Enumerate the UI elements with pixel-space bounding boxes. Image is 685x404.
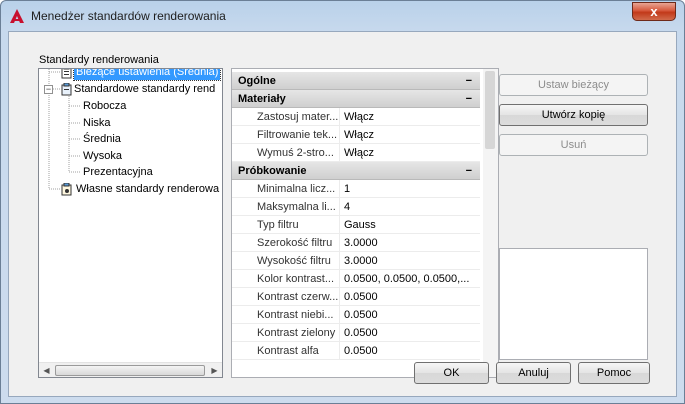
category-label: Próbkowanie [238,165,307,177]
property-value[interactable]: 1 [342,180,480,198]
ok-button[interactable]: OK [414,362,489,384]
property-value[interactable]: Włącz [342,144,480,162]
property-name: Minimalna licz... [232,180,340,198]
collapse-toggle-icon[interactable]: − [44,85,53,94]
property-value[interactable]: 0.0500 [342,342,480,360]
button-label: Anuluj [518,367,549,379]
property-value[interactable]: 0.0500 [342,324,480,342]
property-value[interactable]: 4 [342,198,480,216]
property-name: Wymuś 2-stro... [232,144,340,162]
close-button[interactable]: x [632,2,676,21]
tree-item-srednia[interactable]: Średnia [83,131,121,147]
property-row[interactable]: Szerokość filtru 3.0000 [232,234,480,252]
property-name: Typ filtru [232,216,340,234]
property-name: Zastosuj mater... [232,108,340,126]
property-name: Kontrast niebi... [232,306,340,324]
tree-item-prezentacyjna[interactable]: Prezentacyjna [83,164,153,180]
preview-area [499,248,648,360]
property-name: Maksymalna li... [232,198,340,216]
custom-presets-icon [61,183,72,196]
property-value[interactable]: 3.0000 [342,252,480,270]
property-row[interactable]: Maksymalna li... 4 [232,198,480,216]
scrollbar-thumb[interactable] [55,365,205,376]
dialog-body: Standardy renderowania Bieżące ustawieni… [8,31,677,397]
property-value[interactable]: 0.0500, 0.0500, 0.0500,... [342,270,480,288]
tree-item-label: Niska [83,117,111,129]
tree-item-label: Standardowe standardy rend [74,83,216,95]
property-row[interactable]: Typ filtru Gauss [232,216,480,234]
property-name: Kontrast czerw... [232,288,340,306]
set-current-button[interactable]: Ustaw bieżący [499,74,648,96]
property-name: Kontrast alfa [232,342,340,360]
property-row[interactable]: Zastosuj mater... Włącz [232,108,480,126]
tree-item-label: Prezentacyjna [83,166,153,178]
button-label: Pomoc [596,367,632,379]
property-value[interactable]: Włącz [342,126,480,144]
properties-panel[interactable]: Ogólne − Materiały − Zastosuj mater... Włącz F… [231,68,499,378]
button-label: Usuń [560,139,587,151]
presets-group-label: Standardy renderowania [39,54,159,66]
property-row[interactable]: Kolor kontrast... 0.0500, 0.0500, 0.0500,… [232,270,480,288]
properties-vertical-scrollbar[interactable] [483,69,498,377]
property-value[interactable]: 0.0500 [342,306,480,324]
tree-horizontal-scrollbar[interactable]: ◀ ▶ [39,362,222,377]
property-name: Kolor kontrast... [232,270,340,288]
scroll-right-icon[interactable]: ▶ [207,363,222,377]
tree-item-label: Średnia [83,133,121,145]
tree-item-label: Wysoka [83,150,123,162]
collapse-icon[interactable]: − [466,90,472,108]
tree-item-niska[interactable]: Niska [83,115,111,131]
property-name: Kontrast zielony [232,324,340,342]
create-copy-button[interactable]: Utwórz kopię [499,104,648,126]
autocad-logo-icon [10,9,24,23]
button-label: Utwórz kopię [541,109,606,121]
property-name: Szerokość filtru [232,234,340,252]
property-row[interactable]: Kontrast czerw... 0.0500 [232,288,480,306]
button-label: OK [443,367,460,379]
property-value[interactable]: 0.0500 [342,288,480,306]
property-row[interactable]: Kontrast alfa 0.0500 [232,342,480,360]
collapse-icon[interactable]: − [466,162,472,180]
property-row[interactable]: Minimalna licz... 1 [232,180,480,198]
standard-presets-icon [61,83,72,96]
window-title: Menedżer standardów renderowania [31,9,226,23]
property-value[interactable]: Włącz [342,108,480,126]
property-category[interactable]: Materiały − [232,90,480,108]
tree-item-robocza[interactable]: Robocza [83,98,126,114]
tree-item-label: Własne standardy renderowa [76,183,220,195]
property-row[interactable]: Filtrowanie tek... Włącz [232,126,480,144]
category-label: Ogólne [238,75,276,87]
button-label: Ustaw bieżący [538,79,609,91]
current-settings-icon [61,69,72,79]
property-value[interactable]: Gauss [342,216,480,234]
delete-button[interactable]: Usuń [499,134,648,156]
tree-item-label: Bieżące ustawienia (Średnia) [72,69,222,81]
scrollbar-thumb[interactable] [485,71,495,149]
close-icon: x [650,4,658,19]
property-row[interactable]: Kontrast niebi... 0.0500 [232,306,480,324]
property-category[interactable]: Ogólne − [232,72,480,90]
category-label: Materiały [238,93,286,105]
properties-grid: Ogólne − Materiały − Zastosuj mater... Włącz F… [232,72,480,360]
property-row[interactable]: Kontrast zielony 0.0500 [232,324,480,342]
tree-item-label: Robocza [83,100,127,112]
help-button[interactable]: Pomoc [578,362,650,384]
property-value[interactable]: 3.0000 [342,234,480,252]
property-category[interactable]: Próbkowanie − [232,162,480,180]
tree-item-wysoka[interactable]: Wysoka [83,148,122,164]
scroll-left-icon[interactable]: ◀ [39,363,54,377]
presets-tree[interactable]: Bieżące ustawienia (Średnia) − Standardo… [38,68,223,378]
property-name: Filtrowanie tek... [232,126,340,144]
property-row[interactable]: Wysokość filtru 3.0000 [232,252,480,270]
property-name: Wysokość filtru [232,252,340,270]
dialog-window: Menedżer standardów renderowania x Stand… [0,0,685,404]
collapse-icon[interactable]: − [466,72,472,90]
property-row[interactable]: Wymuś 2-stro... Włącz [232,144,480,162]
title-bar[interactable]: Menedżer standardów renderowania x [1,1,684,31]
cancel-button[interactable]: Anuluj [496,362,571,384]
